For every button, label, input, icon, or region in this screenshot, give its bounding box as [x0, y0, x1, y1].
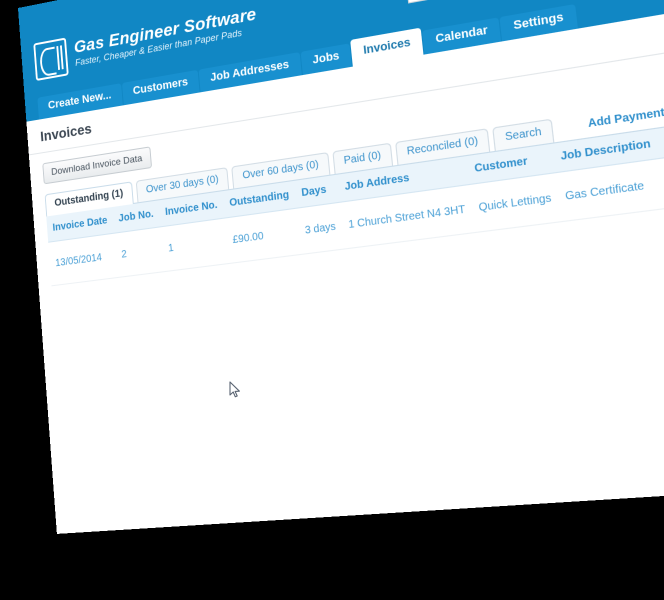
cell-invoice-no: 1 — [160, 218, 229, 272]
cell-days: 3 days — [296, 202, 345, 255]
browser-page: Robert Smith | Log out | Help and Suppor… — [18, 0, 664, 534]
add-payment-link[interactable]: Add Payment — [587, 107, 664, 131]
gas-engineer-logo-icon — [33, 37, 69, 82]
cell-customer: Quick Lettings — [469, 172, 562, 233]
page-title: Invoices — [39, 119, 93, 144]
search-input[interactable] — [405, 0, 551, 4]
cell-invoice-date: 13/05/2014 — [48, 233, 118, 286]
cell-job-no: 2 — [114, 226, 165, 278]
perspective-stage: Robert Smith | Log out | Help and Suppor… — [0, 0, 664, 600]
cell-outstanding: £90.00 — [224, 208, 301, 264]
screenshot-canvas: Robert Smith | Log out | Help and Suppor… — [0, 0, 664, 600]
